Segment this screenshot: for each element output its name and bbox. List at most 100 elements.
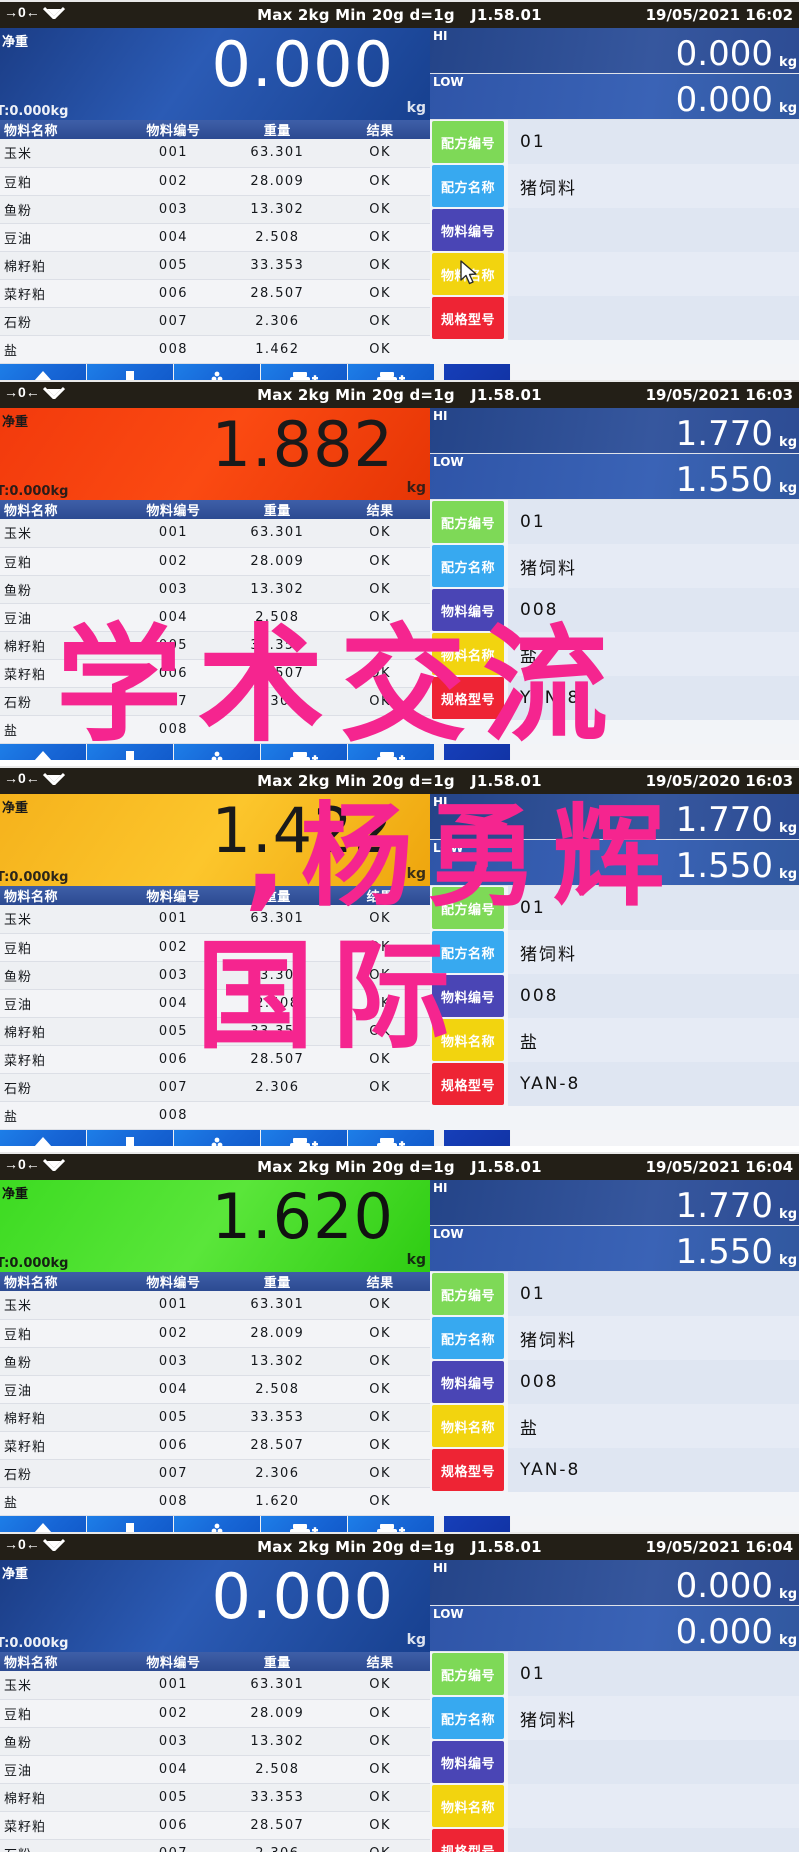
toolbar-button-上翻[interactable]: 上翻 [0,1129,86,1146]
table-row[interactable]: 盐 008 [0,1101,430,1130]
form-tag-recipe-no[interactable]: 配方编号 [432,1653,504,1695]
form-row-recipe-no[interactable]: 配方编号 01 [430,120,799,164]
table-row[interactable]: 豆粕 002 28.009 OK [0,1319,430,1348]
table-row[interactable]: 玉米 001 63.301 OK [0,1671,430,1700]
toolbar-button-补打印[interactable]: 补打印 [261,363,347,380]
table-row[interactable]: 豆粕 002 28.009 OK [0,1699,430,1728]
form-tag-material-name[interactable]: 物料名称 [432,1019,504,1061]
toolbar-button-保存[interactable]: 保存 [348,743,434,760]
table-row[interactable]: 豆油 004 2.508 OK [0,603,430,632]
table-row[interactable]: 玉米 001 63.301 OK [0,905,430,934]
form-row-recipe-name[interactable]: 配方名称 猪饲料 [430,544,799,588]
form-row-recipe-name[interactable]: 配方名称 猪饲料 [430,930,799,974]
table-row[interactable]: 盐 008 [0,715,430,744]
table-row[interactable]: 盐 008 1.620 OK [0,1487,430,1516]
form-tag-recipe-name[interactable]: 配方名称 [432,545,504,587]
form-tag-recipe-name[interactable]: 配方名称 [432,165,504,207]
table-row[interactable]: 菜籽粕 006 28.507 OK [0,1045,430,1074]
table-row[interactable]: 豆油 004 2.508 OK [0,1375,430,1404]
table-row[interactable]: 石粉0072.306OK [0,687,430,716]
table-row[interactable]: 玉米 001 63.301 OK [0,139,430,168]
query-button[interactable]: 查询 [444,363,510,380]
form-row-recipe-no[interactable]: 配方编号 01 [430,886,799,930]
form-row-recipe-no[interactable]: 配方编号 01 [430,1652,799,1696]
form-tag-recipe-name[interactable]: 配方名称 [432,1697,504,1739]
form-row-material-no[interactable]: 物料编号 008 [430,974,799,1018]
table-row[interactable]: 棉籽粕 005 33.353 OK [0,1403,430,1432]
form-row-spec-model[interactable]: 规格型号 [430,296,799,340]
table-row[interactable]: 石粉0072.306OK [0,1839,430,1852]
table-row[interactable]: 豆粕 002 28.009 OK [0,933,430,962]
table-row[interactable]: 菜籽粕 006 28.507 OK [0,279,430,308]
table-row[interactable]: 棉籽粕 005 33.353 OK [0,251,430,280]
toolbar-button-新批[interactable]: 新批 [174,743,260,760]
query-button[interactable]: 查询 [444,743,510,760]
form-row-material-name[interactable]: 物料名称 [430,252,799,296]
form-tag-recipe-no[interactable]: 配方编号 [432,501,504,543]
form-row-spec-model[interactable]: 规格型号 YAN-8 [430,1062,799,1106]
toolbar-button-上翻[interactable]: 上翻 [0,743,86,760]
form-tag-material-no[interactable]: 物料编号 [432,1741,504,1783]
form-tag-spec-model[interactable]: 规格型号 [432,1063,504,1105]
table-row[interactable]: 菜籽粕 006 28.507 OK [0,659,430,688]
form-tag-spec-model[interactable]: 规格型号 [432,1449,504,1491]
form-tag-material-name[interactable]: 物料名称 [432,1405,504,1447]
form-row-material-no[interactable]: 物料编号 008 [430,1360,799,1404]
table-row[interactable]: 鱼粉 003 13.302 OK [0,195,430,224]
form-tag-material-no[interactable]: 物料编号 [432,209,504,251]
table-row[interactable]: 豆粕 002 28.009 OK [0,167,430,196]
table-row[interactable]: 豆油 004 2.508 OK [0,989,430,1018]
table-row[interactable]: 豆油 004 2.508 OK [0,223,430,252]
form-row-material-name[interactable]: 物料名称盐 [430,1018,799,1062]
form-tag-material-name[interactable]: 物料名称 [432,633,504,675]
form-tag-recipe-name[interactable]: 配方名称 [432,1317,504,1359]
toolbar-button-补打印[interactable]: 补打印 [261,743,347,760]
table-row[interactable]: 石粉0072.306OK [0,307,430,336]
table-row[interactable]: 鱼粉 003 13.302 OK [0,1347,430,1376]
toolbar-button-保存[interactable]: 保存 [348,1515,434,1532]
form-row-material-no[interactable]: 物料编号 [430,208,799,252]
form-row-material-name[interactable]: 物料名称盐 [430,632,799,676]
table-row[interactable]: 玉米 001 63.301 OK [0,519,430,548]
toolbar-button-新批[interactable]: 新批 [174,1515,260,1532]
form-row-recipe-name[interactable]: 配方名称 猪饲料 [430,1696,799,1740]
table-row[interactable]: 石粉0072.306OK [0,1073,430,1102]
table-row[interactable]: 棉籽粕 005 33.353 OK [0,1783,430,1812]
table-row[interactable]: 菜籽粕 006 28.507 OK [0,1811,430,1840]
toolbar-button-下翻[interactable]: 下翻 [87,1515,173,1532]
form-tag-recipe-no[interactable]: 配方编号 [432,887,504,929]
table-row[interactable]: 鱼粉 003 13.302 OK [0,961,430,990]
form-row-recipe-name[interactable]: 配方名称 猪饲料 [430,164,799,208]
query-button[interactable]: 查询 [444,1129,510,1146]
form-tag-material-name[interactable]: 物料名称 [432,1785,504,1827]
toolbar-button-新批[interactable]: 新批 [174,1129,260,1146]
table-row[interactable]: 豆粕 002 28.009 OK [0,547,430,576]
form-tag-recipe-no[interactable]: 配方编号 [432,1273,504,1315]
toolbar-button-补打印[interactable]: 补打印 [261,1129,347,1146]
form-row-material-name[interactable]: 物料名称 [430,1784,799,1828]
query-button[interactable]: 查询 [444,1515,510,1532]
toolbar-button-保存[interactable]: 保存 [348,363,434,380]
table-row[interactable]: 鱼粉 003 13.302 OK [0,1727,430,1756]
toolbar-button-新批[interactable]: 新批 [174,363,260,380]
toolbar-button-补打印[interactable]: 补打印 [261,1515,347,1532]
table-row[interactable]: 棉籽粕 005 33.353 OK [0,631,430,660]
form-row-spec-model[interactable]: 规格型号 YAN-8 [430,676,799,720]
form-tag-material-no[interactable]: 物料编号 [432,589,504,631]
toolbar-button-下翻[interactable]: 下翻 [87,363,173,380]
table-row[interactable]: 玉米 001 63.301 OK [0,1291,430,1320]
form-tag-spec-model[interactable]: 规格型号 [432,297,504,339]
form-row-spec-model[interactable]: 规格型号 YAN-8 [430,1448,799,1492]
form-row-recipe-no[interactable]: 配方编号 01 [430,1272,799,1316]
toolbar-button-保存[interactable]: 保存 [348,1129,434,1146]
form-tag-recipe-name[interactable]: 配方名称 [432,931,504,973]
form-row-recipe-no[interactable]: 配方编号 01 [430,500,799,544]
form-row-material-no[interactable]: 物料编号 008 [430,588,799,632]
table-row[interactable]: 菜籽粕 006 28.507 OK [0,1431,430,1460]
toolbar-button-下翻[interactable]: 下翻 [87,1129,173,1146]
table-row[interactable]: 石粉0072.306OK [0,1459,430,1488]
toolbar-button-上翻[interactable]: 上翻 [0,363,86,380]
table-row[interactable]: 豆油 004 2.508 OK [0,1755,430,1784]
table-row[interactable]: 盐 008 1.462 OK [0,335,430,364]
form-row-material-name[interactable]: 物料名称盐 [430,1404,799,1448]
